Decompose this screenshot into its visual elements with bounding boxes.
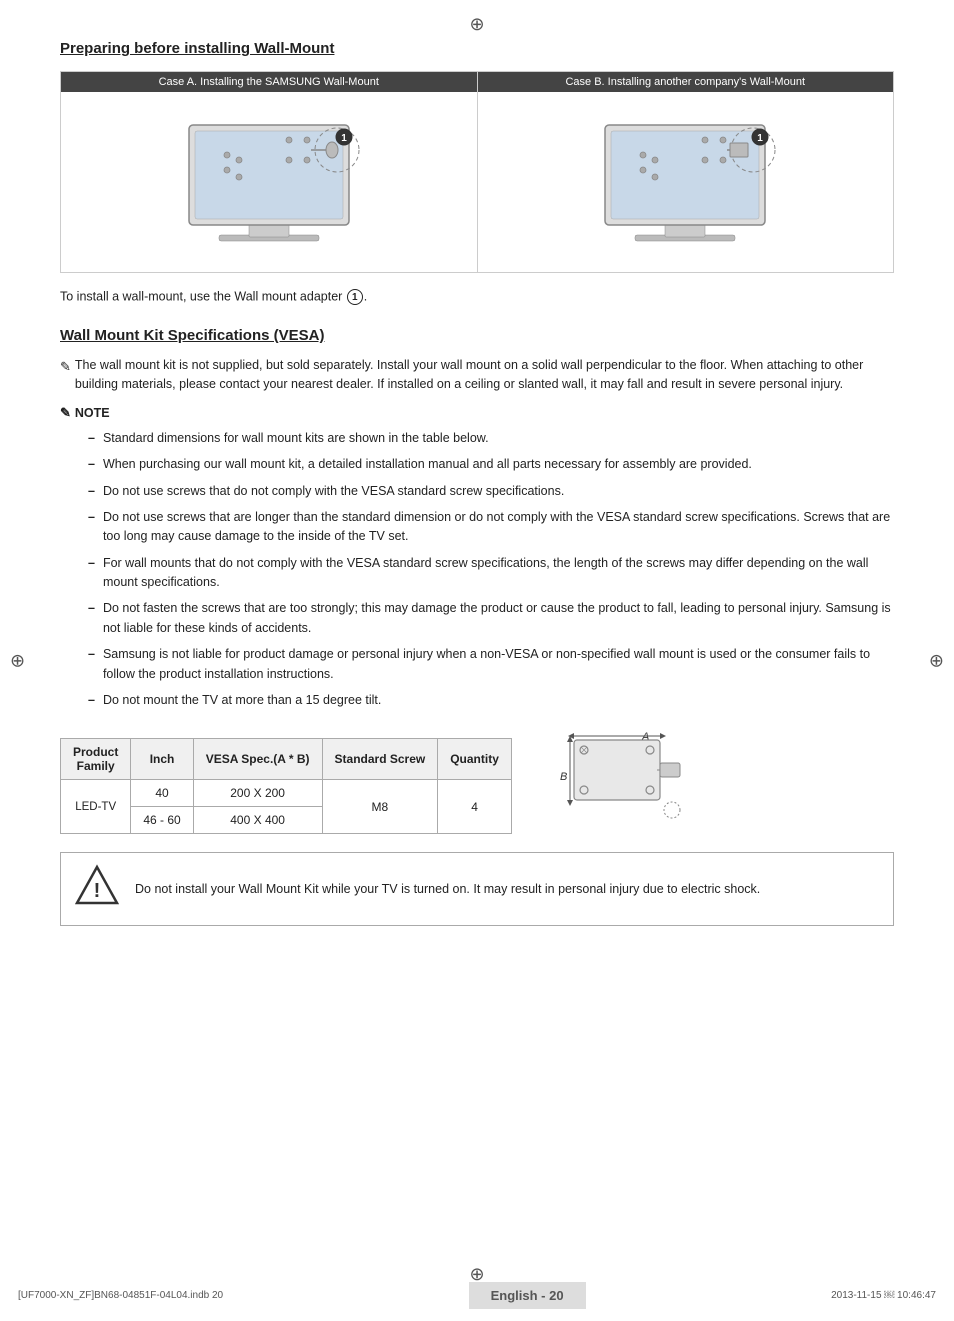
bullet-item-7: – Samsung is not liable for product dama… [88, 645, 894, 684]
th-inch: Inch [131, 739, 193, 780]
bullet-item-3: – Do not use screws that do not comply w… [88, 482, 894, 501]
bullet-list: – Standard dimensions for wall mount kit… [88, 429, 894, 711]
cell-46-60: 46 - 60 [131, 807, 193, 834]
th-vesa-spec: VESA Spec.(A * B) [193, 739, 322, 780]
footer-left: [UF7000-XN_ZF]BN68-04851F-04L04.indb 20 [18, 1290, 223, 1301]
bullet-item-8: – Do not mount the TV at more than a 15 … [88, 691, 894, 710]
svg-text:1: 1 [757, 133, 763, 144]
note-label: ✎ NOTE [60, 405, 894, 421]
bullet-item-1: – Standard dimensions for wall mount kit… [88, 429, 894, 448]
cell-led-tv: LED-TV [61, 780, 131, 834]
bullet-item-6: – Do not fasten the screws that are too … [88, 599, 894, 638]
case-b-svg: 1 [575, 105, 795, 260]
table-diagram-row: ProductFamily Inch VESA Spec.(A * B) Sta… [60, 724, 894, 834]
bullet-item-2: – When purchasing our wall mount kit, a … [88, 455, 894, 474]
case-a-svg: 1 [159, 105, 379, 260]
footer-center: English - 20 [469, 1282, 586, 1309]
table-row-1: LED-TV 40 200 X 200 M8 4 [61, 780, 512, 807]
svg-text:1: 1 [341, 133, 347, 144]
cell-400x400: 400 X 400 [193, 807, 322, 834]
bullet-item-4: – Do not use screws that are longer than… [88, 508, 894, 547]
th-quantity: Quantity [438, 739, 512, 780]
svg-text:B: B [560, 771, 567, 783]
th-product-family: ProductFamily [61, 739, 131, 780]
warning-box: ! Do not install your Wall Mount Kit whi… [60, 852, 894, 926]
footer-right: 2013-11-15 ￼ 10:46:47 [831, 1290, 936, 1301]
case-b-image: 1 [478, 92, 894, 272]
svg-text:!: ! [94, 880, 101, 902]
cell-4: 4 [438, 780, 512, 834]
section2-title: Wall Mount Kit Specifications (VESA) [60, 327, 894, 344]
note-pencil-icon: ✎ [60, 405, 71, 421]
cell-200x200: 200 X 200 [193, 780, 322, 807]
reg-mark-left: ⊕ [10, 650, 25, 671]
cases-container: Case A. Installing the SAMSUNG Wall-Moun… [60, 71, 894, 273]
section1-title: Preparing before installing Wall-Mount [60, 40, 894, 57]
cell-40: 40 [131, 780, 193, 807]
case-a-box: Case A. Installing the SAMSUNG Wall-Moun… [61, 72, 478, 272]
case-a-header: Case A. Installing the SAMSUNG Wall-Moun… [61, 72, 477, 92]
info-paragraph: ✎ The wall mount kit is not supplied, bu… [60, 356, 894, 395]
reg-mark-bottom: ⊕ [469, 1264, 484, 1285]
pencil-icon: ✎ [60, 357, 71, 377]
warning-icon: ! [75, 863, 119, 915]
install-note: To install a wall-mount, use the Wall mo… [60, 289, 894, 305]
warning-triangle-svg: ! [75, 863, 119, 907]
circle-num-1: 1 [347, 289, 363, 305]
warning-text: Do not install your Wall Mount Kit while… [135, 880, 760, 899]
vesa-diagram-svg: A B [542, 728, 692, 823]
bullet-item-5: – For wall mounts that do not comply wit… [88, 554, 894, 593]
reg-mark-top: ⊕ [469, 14, 484, 35]
case-b-box: Case B. Installing another company's Wal… [478, 72, 894, 272]
vesa-table: ProductFamily Inch VESA Spec.(A * B) Sta… [60, 738, 512, 834]
case-a-image: 1 [61, 92, 477, 272]
case-b-header: Case B. Installing another company's Wal… [478, 72, 894, 92]
cell-m8: M8 [322, 780, 438, 834]
footer: [UF7000-XN_ZF]BN68-04851F-04L04.indb 20 … [0, 1282, 954, 1309]
th-standard-screw: Standard Screw [322, 739, 438, 780]
reg-mark-right: ⊕ [929, 650, 944, 671]
